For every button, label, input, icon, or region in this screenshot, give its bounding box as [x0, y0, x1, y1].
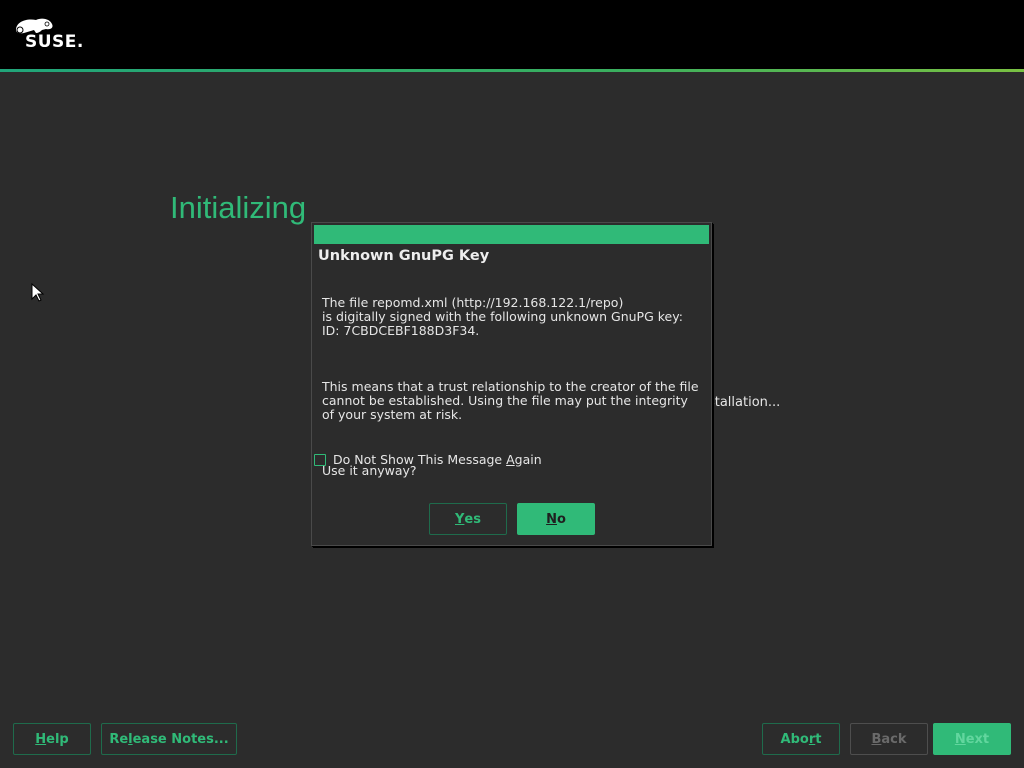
do-not-show-again-checkbox-row[interactable]: Do Not Show This Message Again	[314, 452, 542, 467]
dialog-titlebar	[314, 225, 709, 244]
help-button[interactable]: Help	[13, 723, 91, 755]
dialog-heading: Unknown GnuPG Key	[318, 248, 490, 264]
header-accent-line	[0, 69, 1024, 72]
yes-button[interactable]: Yes	[429, 503, 507, 535]
header-bar: SUSE.	[0, 0, 1024, 69]
message-paragraph-trust-warning: This means that a trust relationship to …	[322, 379, 699, 422]
back-button[interactable]: Back	[850, 723, 928, 755]
mouse-cursor-icon	[31, 283, 45, 302]
release-notes-button[interactable]: Re l ease Notes...	[101, 723, 237, 755]
page-title: Initializing	[170, 190, 307, 225]
no-button[interactable]: No	[517, 503, 595, 535]
next-button[interactable]: Next	[933, 723, 1011, 755]
gnupg-key-dialog: Unknown GnuPG Key The file repomd.xml (h…	[311, 222, 712, 546]
do-not-show-again-checkbox[interactable]	[314, 453, 326, 466]
do-not-show-again-label[interactable]: Do Not Show This Message Again	[333, 452, 542, 467]
abort-button[interactable]: Abo r t	[762, 723, 840, 755]
message-paragraph-key-info: The file repomd.xml (http://192.168.122.…	[322, 295, 683, 338]
logo-text: SUSE.	[25, 32, 84, 52]
